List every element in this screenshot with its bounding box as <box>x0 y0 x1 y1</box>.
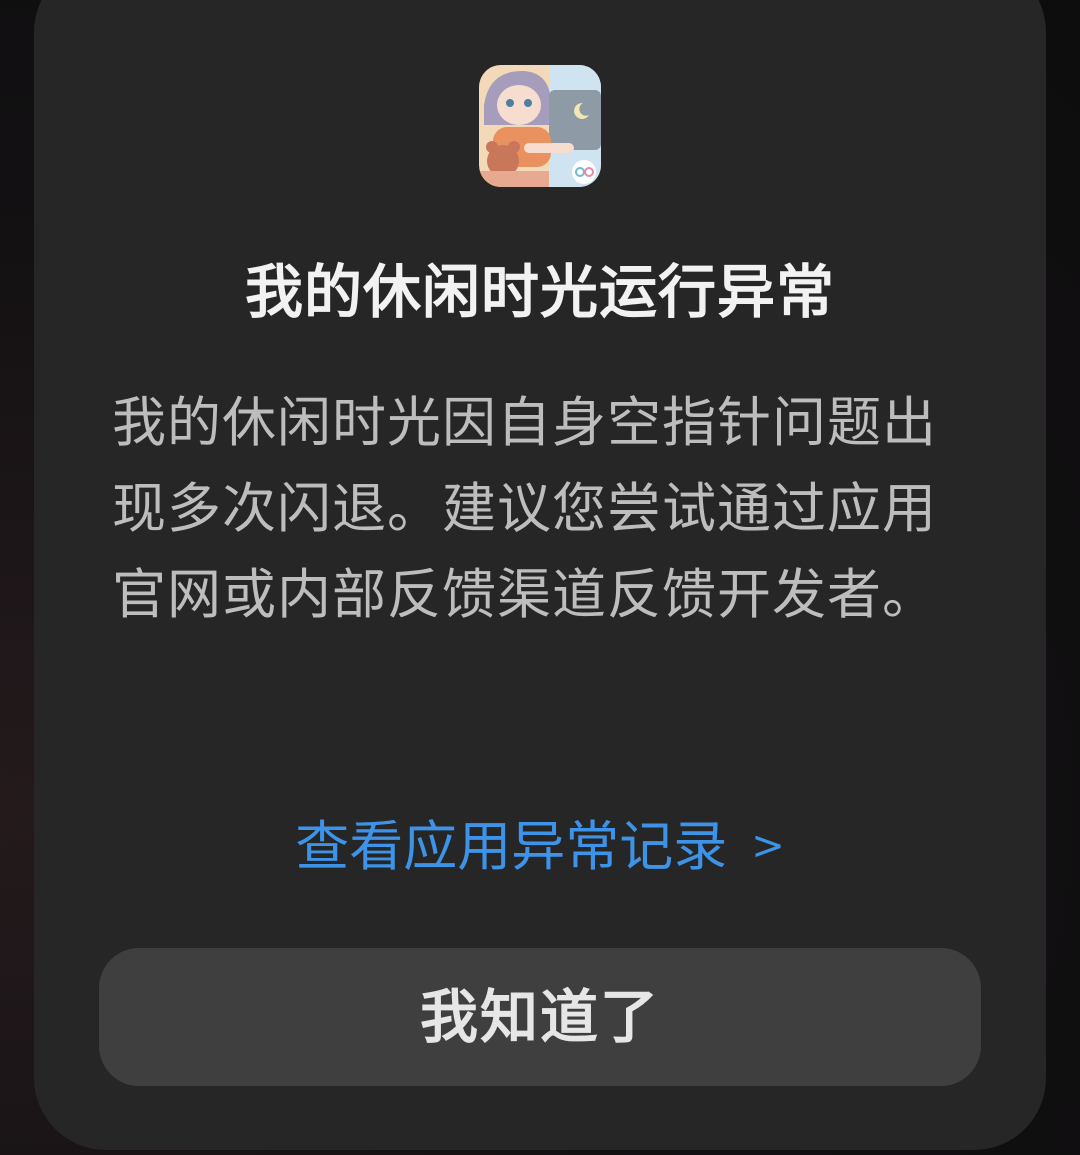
view-crash-log-label: 查看应用异常记录 <box>295 815 728 878</box>
dialog-title: 我的休闲时光运行异常 <box>244 258 835 326</box>
chevron-right-icon: > <box>751 823 785 869</box>
casual-time-game-icon <box>479 65 601 187</box>
dialog-message: 我的休闲时光因自身空指针问题出现多次闪退。建议您尝试通过应用官网或内部反馈渠道反… <box>112 391 937 626</box>
got-it-button[interactable]: 我知道了 <box>99 948 981 1086</box>
app-icon <box>479 65 601 187</box>
view-crash-log-link[interactable]: 查看应用异常记录 > <box>0 806 1080 887</box>
